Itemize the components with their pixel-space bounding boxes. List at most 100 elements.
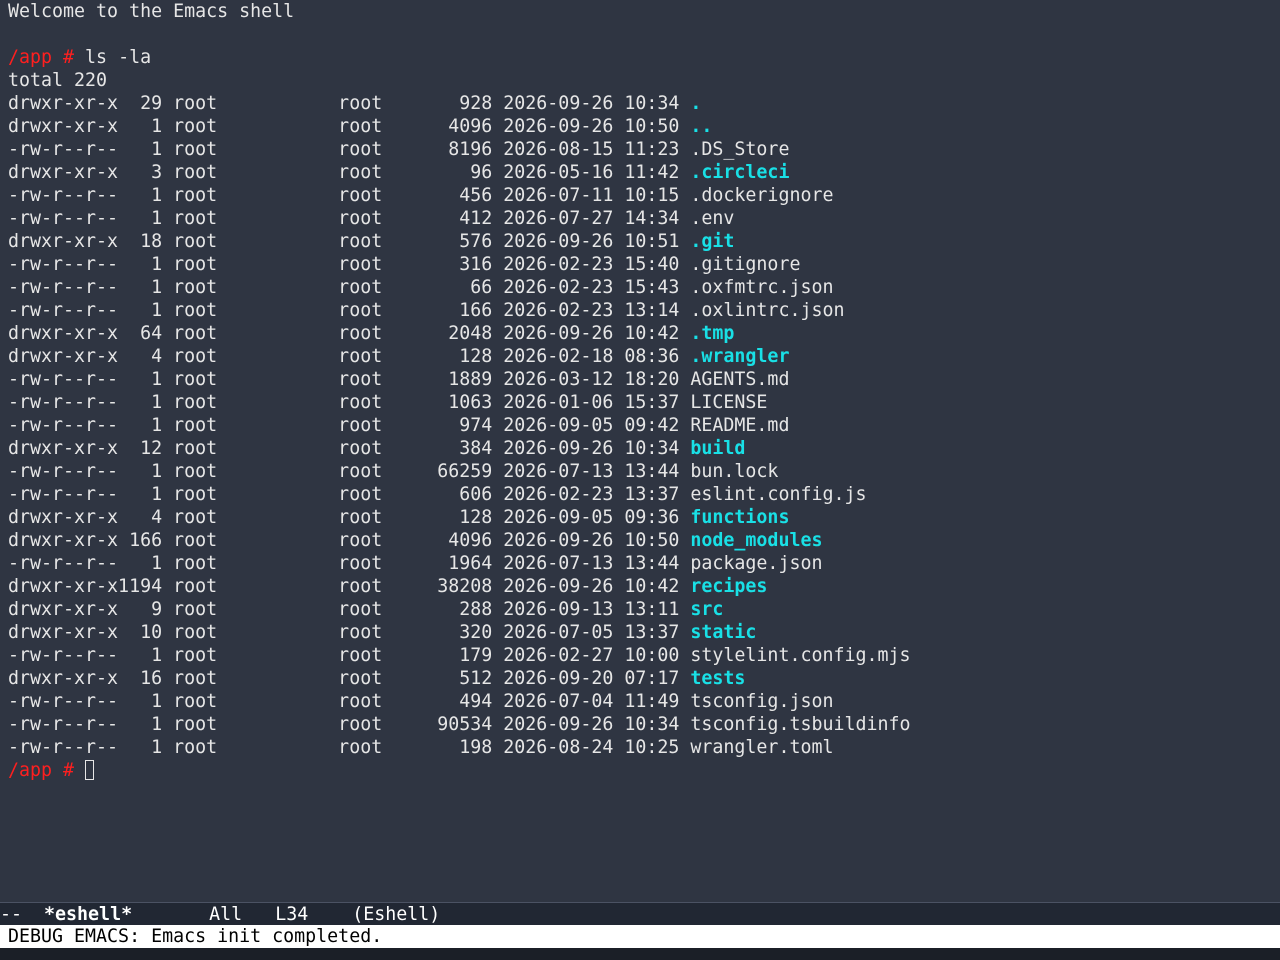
listing-meta: drwxr-xr-x 4 root root 128 2026-09-05 09… (8, 507, 691, 528)
listing-meta: drwxr-xr-x 64 root root 2048 2026-09-26 … (8, 323, 691, 344)
file-name[interactable]: bun.lock (690, 461, 778, 482)
listing-meta: -rw-r--r-- 1 root root 66 2026-02-23 15:… (8, 277, 691, 298)
directory-name[interactable]: recipes (690, 576, 767, 597)
listing-row: drwxr-xr-x 64 root root 2048 2026-09-26 … (8, 322, 1272, 345)
listing-meta: drwxr-xr-x 18 root root 576 2026-09-26 1… (8, 231, 691, 252)
file-name[interactable]: stylelint.config.mjs (690, 645, 910, 666)
listing-meta: -rw-r--r-- 1 root root 1889 2026-03-12 1… (8, 369, 691, 390)
listing-row: drwxr-xr-x 4 root root 128 2026-09-05 09… (8, 506, 1272, 529)
file-name[interactable]: package.json (690, 553, 822, 574)
listing-meta: drwxr-xr-x 12 root root 384 2026-09-26 1… (8, 438, 691, 459)
listing-row: -rw-r--r-- 1 root root 8196 2026-08-15 1… (8, 138, 1272, 161)
listing-row: -rw-r--r-- 1 root root 1063 2026-01-06 1… (8, 391, 1272, 414)
listing-row: drwxr-xr-x 166 root root 4096 2026-09-26… (8, 529, 1272, 552)
listing-row: -rw-r--r-- 1 root root 166 2026-02-23 13… (8, 299, 1272, 322)
listing-row: drwxr-xr-x 29 root root 928 2026-09-26 1… (8, 92, 1272, 115)
file-listing: drwxr-xr-x 29 root root 928 2026-09-26 1… (8, 92, 1272, 759)
directory-name[interactable]: .. (690, 116, 712, 137)
listing-row: drwxr-xr-x 1 root root 4096 2026-09-26 1… (8, 115, 1272, 138)
listing-row: drwxr-xr-x 12 root root 384 2026-09-26 1… (8, 437, 1272, 460)
listing-row: -rw-r--r-- 1 root root 179 2026-02-27 10… (8, 644, 1272, 667)
listing-meta: -rw-r--r-- 1 root root 494 2026-07-04 11… (8, 691, 691, 712)
file-name[interactable]: LICENSE (690, 392, 767, 413)
modeline-major-mode[interactable]: (Eshell) (352, 904, 440, 925)
listing-row: -rw-r--r-- 1 root root 606 2026-02-23 13… (8, 483, 1272, 506)
eshell-buffer[interactable]: Welcome to the Emacs shell /app # ls -la… (8, 0, 1272, 900)
listing-row: -rw-r--r-- 1 root root 316 2026-02-23 15… (8, 253, 1272, 276)
listing-row: -rw-r--r-- 1 root root 1964 2026-07-13 1… (8, 552, 1272, 575)
prompt: /app # (8, 760, 75, 781)
file-name[interactable]: README.md (690, 415, 789, 436)
file-name[interactable]: .DS_Store (690, 139, 789, 160)
total-line: total 220 (8, 70, 108, 91)
file-name[interactable]: .oxfmtrc.json (690, 277, 833, 298)
listing-row: -rw-r--r-- 1 root root 1889 2026-03-12 1… (8, 368, 1272, 391)
file-name[interactable]: AGENTS.md (690, 369, 789, 390)
mode-line: -- *eshell* All L34 (Eshell) (0, 902, 1280, 925)
listing-meta: -rw-r--r-- 1 root root 412 2026-07-27 14… (8, 208, 691, 229)
directory-name[interactable]: node_modules (690, 530, 822, 551)
listing-row: drwxr-xr-x 4 root root 128 2026-02-18 08… (8, 345, 1272, 368)
listing-row: -rw-r--r-- 1 root root 198 2026-08-24 10… (8, 736, 1272, 759)
directory-name[interactable]: . (690, 93, 701, 114)
listing-meta: -rw-r--r-- 1 root root 606 2026-02-23 13… (8, 484, 691, 505)
frame-bottom-edge (0, 948, 1280, 960)
listing-meta: -rw-r--r-- 1 root root 1063 2026-01-06 1… (8, 392, 691, 413)
listing-meta: drwxr-xr-x 29 root root 928 2026-09-26 1… (8, 93, 691, 114)
listing-meta: drwxr-xr-x 9 root root 288 2026-09-13 13… (8, 599, 691, 620)
directory-name[interactable]: tests (690, 668, 745, 689)
listing-row: drwxr-xr-x 3 root root 96 2026-05-16 11:… (8, 161, 1272, 184)
listing-meta: -rw-r--r-- 1 root root 179 2026-02-27 10… (8, 645, 691, 666)
listing-meta: -rw-r--r-- 1 root root 166 2026-02-23 13… (8, 300, 691, 321)
listing-meta: -rw-r--r-- 1 root root 974 2026-09-05 09… (8, 415, 691, 436)
listing-meta: drwxr-xr-x1194 root root 38208 2026-09-2… (8, 576, 691, 597)
listing-meta: drwxr-xr-x 1 root root 4096 2026-09-26 1… (8, 116, 691, 137)
listing-row: drwxr-xr-x 16 root root 512 2026-09-20 0… (8, 667, 1272, 690)
file-name[interactable]: eslint.config.js (690, 484, 866, 505)
listing-row: -rw-r--r-- 1 root root 456 2026-07-11 10… (8, 184, 1272, 207)
modeline-buffer-name[interactable]: *eshell* (44, 904, 132, 925)
directory-name[interactable]: .circleci (690, 162, 789, 183)
listing-row: drwxr-xr-x 18 root root 576 2026-09-26 1… (8, 230, 1272, 253)
emacs-frame: Welcome to the Emacs shell /app # ls -la… (0, 0, 1280, 960)
echo-area: DEBUG EMACS: Emacs init completed. (0, 925, 1280, 948)
listing-meta: drwxr-xr-x 16 root root 512 2026-09-20 0… (8, 668, 691, 689)
modeline-position: All (209, 904, 243, 925)
listing-row: drwxr-xr-x1194 root root 38208 2026-09-2… (8, 575, 1272, 598)
listing-meta: -rw-r--r-- 1 root root 198 2026-08-24 10… (8, 737, 691, 758)
directory-name[interactable]: functions (690, 507, 789, 528)
listing-row: -rw-r--r-- 1 root root 494 2026-07-04 11… (8, 690, 1272, 713)
directory-name[interactable]: static (690, 622, 756, 643)
listing-row: drwxr-xr-x 9 root root 288 2026-09-13 13… (8, 598, 1272, 621)
file-name[interactable]: .dockerignore (690, 185, 833, 206)
file-name[interactable]: .env (690, 208, 734, 229)
listing-row: -rw-r--r-- 1 root root 66259 2026-07-13 … (8, 460, 1272, 483)
file-name[interactable]: tsconfig.json (690, 691, 833, 712)
directory-name[interactable]: .wrangler (690, 346, 789, 367)
current-prompt-line[interactable]: /app # (8, 759, 1272, 782)
listing-row: -rw-r--r-- 1 root root 412 2026-07-27 14… (8, 207, 1272, 230)
listing-meta: drwxr-xr-x 4 root root 128 2026-02-18 08… (8, 346, 691, 367)
modeline-line-number: L34 (275, 904, 309, 925)
file-name[interactable]: wrangler.toml (690, 737, 833, 758)
file-name[interactable]: .gitignore (690, 254, 800, 275)
welcome-line: Welcome to the Emacs shell (8, 1, 295, 22)
listing-meta: -rw-r--r-- 1 root root 316 2026-02-23 15… (8, 254, 691, 275)
listing-meta: -rw-r--r-- 1 root root 8196 2026-08-15 1… (8, 139, 691, 160)
file-name[interactable]: tsconfig.tsbuildinfo (690, 714, 910, 735)
file-name[interactable]: .oxlintrc.json (690, 300, 844, 321)
listing-meta: -rw-r--r-- 1 root root 456 2026-07-11 10… (8, 185, 691, 206)
listing-meta: -rw-r--r-- 1 root root 90534 2026-09-26 … (8, 714, 691, 735)
command-line: /app # ls -la (8, 46, 1272, 69)
directory-name[interactable]: build (690, 438, 745, 459)
listing-row: -rw-r--r-- 1 root root 974 2026-09-05 09… (8, 414, 1272, 437)
listing-meta: drwxr-xr-x 10 root root 320 2026-07-05 1… (8, 622, 691, 643)
listing-meta: -rw-r--r-- 1 root root 1964 2026-07-13 1… (8, 553, 691, 574)
directory-name[interactable]: .tmp (690, 323, 734, 344)
modeline-state: -- (0, 904, 45, 925)
text-cursor (85, 760, 95, 780)
directory-name[interactable]: src (690, 599, 723, 620)
listing-row: -rw-r--r-- 1 root root 90534 2026-09-26 … (8, 713, 1272, 736)
directory-name[interactable]: .git (690, 231, 734, 252)
